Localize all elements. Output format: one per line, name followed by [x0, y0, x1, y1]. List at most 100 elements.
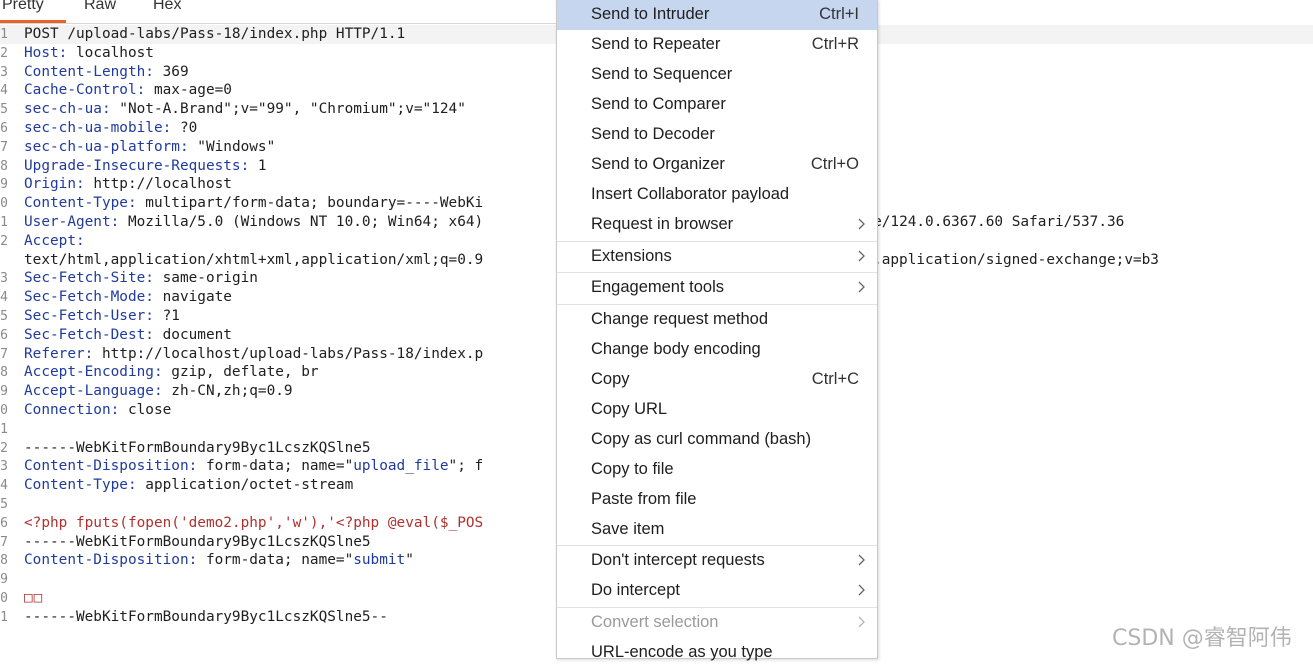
code-token: form-data; name=" [197, 458, 354, 475]
menu-item-label: Send to Sequencer [591, 65, 733, 83]
menu-item-copy[interactable]: Copy Ctrl+C [557, 365, 877, 395]
line-text: Accept: [24, 232, 85, 251]
line-text: sec-ch-ua-mobile: ?0 [24, 119, 197, 138]
context-menu: Send to Intruder Ctrl+I Send to Repeater Ct… [556, 0, 878, 661]
menu-item-label: Send to Organizer [591, 155, 725, 173]
line-text: Content-Disposition: form-data; name="su… [24, 551, 414, 570]
line-number: 2 [0, 440, 8, 456]
line-number: 6 [0, 121, 8, 136]
menu-item-copy-as-curl-command-bash[interactable]: Copy as curl command (bash) [557, 425, 877, 455]
menu-item-label: Change request method [591, 309, 769, 328]
tab-hex[interactable]: Hex [153, 0, 181, 16]
menu-item-label: Copy [591, 369, 630, 388]
menu-item-label: Paste from file [591, 489, 697, 508]
header-name: Cache-Control: [24, 82, 146, 99]
menu-item-url-encode-as-you-type[interactable]: URL-encode as you type [557, 638, 877, 668]
menu-item-send-to-organizer[interactable]: Send to Organizer Ctrl+O [557, 150, 877, 180]
header-name: Accept-Encoding: [24, 364, 163, 381]
header-name: Upgrade-Insecure-Requests: [24, 157, 250, 174]
code-token: ?0 [171, 120, 198, 136]
code-token: navigate [153, 289, 232, 306]
line-text: Host: localhost [24, 44, 154, 63]
header-name: Sec-Fetch-Site: [24, 270, 154, 287]
code-token: text/html,application/xhtml+xml,applicat… [24, 251, 484, 268]
line-number: 6 [0, 327, 8, 343]
line-text: ------WebKitFormBoundary9Byc1LcszKQSlne5 [24, 533, 371, 552]
menu-item-label: Send to Decoder [591, 125, 715, 143]
code-token: multipart/form-data; boundary=----WebKi [136, 195, 484, 212]
tab-pretty[interactable]: Pretty [2, 0, 44, 16]
menu-item-send-to-comparer[interactable]: Send to Comparer [557, 90, 877, 120]
menu-item-engagement-tools[interactable]: Engagement tools [557, 273, 877, 303]
line-number: 9 [0, 384, 8, 400]
menu-item-convert-selection: Convert selection [557, 608, 877, 638]
header-name: Content-Disposition: [24, 552, 198, 569]
line-text: Referer: http://localhost/upload-labs/Pa… [24, 345, 483, 364]
menu-item-paste-from-file[interactable]: Paste from file [557, 485, 877, 515]
code-token: same-origin [153, 270, 258, 287]
menu-item-shortcut: Ctrl+O [810, 155, 859, 173]
header-name: Host: [24, 44, 68, 61]
line-number: 4 [0, 83, 8, 99]
menu-item-send-to-decoder[interactable]: Send to Decoder [557, 120, 877, 150]
code-token: Mozilla/5.0 (Windows NT 10.0; Win64; x64… [119, 214, 484, 230]
line-text: Connection: close [24, 401, 171, 420]
menu-item-send-to-sequencer[interactable]: Send to Sequencer [557, 60, 877, 90]
line-number: 9 [0, 177, 8, 193]
menu-item-change-request-method[interactable]: Change request method [557, 305, 877, 335]
line-number: 3 [0, 271, 8, 287]
code-token: POST /upload-labs/Pass-18/index.php HTTP… [24, 26, 406, 42]
chevron-right-icon [858, 584, 865, 596]
line-number: 8 [0, 553, 8, 569]
line-number: 0 [0, 403, 8, 418]
menu-item-label: Extensions [591, 246, 672, 265]
menu-item-copy-to-file[interactable]: Copy to file [557, 455, 877, 485]
header-name: Accept: [24, 232, 85, 249]
menu-item-extensions[interactable]: Extensions [557, 242, 877, 272]
menu-item-save-item[interactable]: Save item [557, 515, 877, 545]
menu-item-shortcut: Ctrl+C [811, 369, 859, 388]
header-name: Content-Disposition: [24, 458, 198, 475]
header-name: sec-ch-ua: [24, 101, 111, 118]
line-number: 5 [0, 102, 8, 118]
code-token: "Not-A.Brand";v="99", "Chromium";v="124" [110, 101, 466, 118]
line-text: Sec-Fetch-Site: same-origin [24, 269, 258, 288]
menu-item-label: Copy as curl command (bash) [591, 429, 812, 448]
code-token: submit [353, 552, 406, 569]
header-name: Content-Length: [24, 63, 154, 80]
header-name: Content-Type: [24, 477, 137, 494]
menu-item-insert-collaborator-payload[interactable]: Insert Collaborator payload [557, 180, 877, 210]
menu-item-request-in-browser[interactable]: Request in browser [557, 210, 877, 240]
menu-item-don-t-intercept-requests[interactable]: Don't intercept requests [557, 546, 877, 576]
code-token: 1 [249, 157, 267, 174]
menu-item-label: Send to Comparer [591, 95, 726, 113]
menu-item-change-body-encoding[interactable]: Change body encoding [557, 335, 877, 365]
code-token: ?1 [153, 308, 180, 324]
chevron-right-icon [858, 554, 865, 566]
watermark: CSDN @睿智阿伟 [1112, 626, 1292, 651]
header-name: User-Agent: [24, 214, 120, 230]
line-text: Upgrade-Insecure-Requests: 1 [24, 157, 267, 176]
tab-raw[interactable]: Raw [84, 0, 116, 16]
code-token: zh-CN,zh;q=0.9 [162, 383, 293, 400]
line-text: sec-ch-ua-platform: "Windows" [24, 138, 275, 157]
menu-item-label: Insert Collaborator payload [591, 185, 790, 203]
line-number: 3 [0, 459, 8, 475]
code-token: 369 [153, 63, 189, 80]
code-token: http://localhost/upload-labs/Pass-18/ind… [93, 345, 484, 362]
line-number: 1 [0, 27, 8, 42]
line-number: 0 [0, 591, 8, 606]
header-name: Connection: [24, 402, 120, 418]
menu-item-send-to-repeater[interactable]: Send to Repeater Ctrl+R [557, 30, 877, 60]
menu-item-do-intercept[interactable]: Do intercept [557, 576, 877, 606]
line-text: Accept-Language: zh-CN,zh;q=0.9 [24, 382, 293, 401]
code-token: close [119, 402, 172, 418]
header-name: Sec-Fetch-Mode: [24, 289, 154, 306]
menu-item-copy-url[interactable]: Copy URL [557, 395, 877, 425]
chevron-right-icon [858, 281, 865, 293]
code-token: http://localhost [84, 176, 232, 193]
menu-item-send-to-intruder[interactable]: Send to Intruder Ctrl+I [557, 0, 877, 30]
header-name: Referer: [24, 345, 94, 362]
header-name: Sec-Fetch-User: [24, 308, 154, 324]
line-text: Sec-Fetch-Mode: navigate [24, 288, 232, 307]
